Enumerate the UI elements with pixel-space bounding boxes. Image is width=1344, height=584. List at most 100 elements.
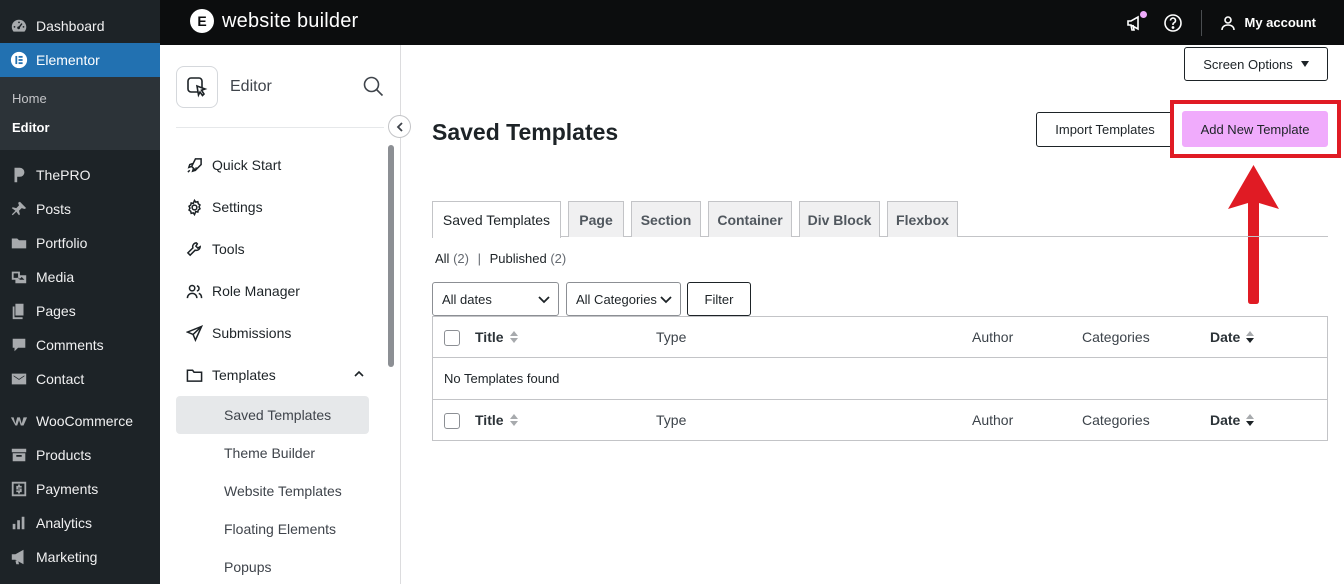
wp-menu-woocommerce-label: WooCommerce	[36, 413, 133, 429]
wp-menu-elementor[interactable]: Elementor	[0, 43, 160, 77]
panel-item-submissions[interactable]: Submissions	[176, 312, 386, 354]
panel-sub-popups[interactable]: Popups	[176, 548, 386, 584]
panel-item-quick-start[interactable]: Quick Start	[176, 144, 386, 186]
date-filter-select[interactable]: All dates	[432, 282, 559, 316]
column-type: Type	[656, 329, 687, 345]
wp-menu-payments-label: Payments	[36, 481, 99, 497]
wp-menu-dashboard[interactable]: Dashboard	[0, 9, 160, 43]
search-icon[interactable]	[362, 75, 384, 97]
user-icon	[1221, 15, 1236, 30]
wp-menu-products[interactable]: Products	[0, 438, 160, 472]
woocommerce-icon	[9, 411, 29, 431]
elementor-side-panel: Editor Quick Start Settings Tools Role M…	[160, 45, 401, 584]
highlight-box	[1170, 100, 1341, 158]
panel-item-label: Settings	[212, 199, 263, 215]
wp-submenu-home[interactable]: Home	[0, 84, 160, 113]
bar-chart-icon	[9, 513, 29, 533]
tab-page[interactable]: Page	[568, 201, 624, 237]
panel-item-label: Templates	[212, 367, 276, 383]
wp-menu-comments[interactable]: Comments	[0, 328, 160, 362]
wp-menu-posts-label: Posts	[36, 201, 72, 217]
screen-options-label: Screen Options	[1203, 56, 1293, 72]
select-all-checkbox-footer[interactable]	[444, 413, 460, 429]
folder-icon	[186, 369, 203, 382]
wp-menu-marketing[interactable]: Marketing	[0, 540, 160, 574]
top-bar: E website builder My account	[160, 0, 1344, 45]
column-title-footer[interactable]: Title	[475, 412, 518, 428]
wp-menu-thepro[interactable]: ThePRO	[0, 158, 160, 192]
panel-item-role-manager[interactable]: Role Manager	[176, 270, 386, 312]
table-header-row: Title Type Author Categories Date	[433, 317, 1327, 358]
my-account-button[interactable]: My account	[1220, 15, 1316, 31]
wrench-icon	[186, 241, 201, 256]
main-content: Screen Options Saved Templates Import Te…	[401, 45, 1344, 584]
wp-menu-posts[interactable]: Posts	[0, 192, 160, 226]
wp-menu-analytics-label: Analytics	[36, 515, 93, 531]
column-title-label: Title	[475, 329, 504, 345]
wp-menu-thepro-label: ThePRO	[36, 167, 91, 183]
brand-title: website builder	[222, 9, 359, 32]
column-categories: Categories	[1082, 329, 1150, 345]
panel-sub-saved-templates[interactable]: Saved Templates	[176, 396, 369, 434]
dollar-icon	[9, 479, 29, 499]
panel-item-templates[interactable]: Templates	[176, 354, 386, 396]
wp-menu-pages-label: Pages	[36, 303, 76, 319]
wp-menu-elementor-label: Elementor	[36, 52, 100, 68]
wp-elementor-submenu: Home Editor	[0, 77, 160, 150]
wp-menu-marketing-label: Marketing	[36, 549, 98, 565]
chevron-down-icon	[538, 296, 550, 304]
page-title: Saved Templates	[432, 119, 619, 145]
wp-menu-contact[interactable]: Contact	[0, 362, 160, 396]
column-date-label: Date	[1210, 412, 1241, 428]
wp-menu-portfolio-label: Portfolio	[36, 235, 88, 251]
panel-item-label: Role Manager	[212, 283, 300, 299]
import-templates-button[interactable]: Import Templates	[1036, 112, 1174, 147]
select-all-checkbox[interactable]	[444, 330, 460, 346]
brand[interactable]: E website builder	[190, 9, 358, 33]
panel-scrollbar[interactable]	[387, 145, 395, 575]
column-title[interactable]: Title	[475, 329, 518, 345]
help-icon[interactable]	[1163, 13, 1183, 33]
scrollbar-thumb[interactable]	[388, 145, 394, 367]
status-views: All (2) | Published (2)	[435, 251, 566, 266]
view-published-link[interactable]: Published (2)	[490, 251, 567, 266]
wp-submenu-editor[interactable]: Editor	[0, 113, 160, 142]
category-filter-select[interactable]: All Categories	[566, 282, 681, 316]
rocket-icon	[187, 157, 202, 173]
tab-div-block[interactable]: Div Block	[799, 201, 880, 237]
wp-menu-woocommerce[interactable]: WooCommerce	[0, 404, 160, 438]
wp-menu-portfolio[interactable]: Portfolio	[0, 226, 160, 260]
wp-menu-media[interactable]: Media	[0, 260, 160, 294]
tab-flexbox[interactable]: Flexbox	[887, 201, 958, 237]
view-all-link[interactable]: All (2)	[435, 251, 469, 266]
sort-desc-icon	[1246, 414, 1255, 426]
tab-saved-templates[interactable]: Saved Templates	[432, 201, 561, 238]
tab-container[interactable]: Container	[708, 201, 792, 237]
view-published-label: Published	[489, 251, 547, 266]
send-icon	[186, 324, 203, 342]
wp-menu-payments[interactable]: Payments	[0, 472, 160, 506]
column-date-label: Date	[1210, 329, 1241, 345]
panel-sub-theme-builder[interactable]: Theme Builder	[176, 434, 386, 472]
tab-section[interactable]: Section	[631, 201, 701, 237]
empty-message: No Templates found	[444, 371, 560, 386]
sort-desc-icon	[1246, 331, 1255, 343]
column-date[interactable]: Date	[1210, 329, 1255, 345]
whats-new-megaphone-icon[interactable]	[1125, 10, 1148, 33]
panel-sub-floating-elements[interactable]: Floating Elements	[176, 510, 386, 548]
chevron-up-icon[interactable]	[353, 368, 365, 380]
column-author-footer: Author	[972, 412, 1014, 428]
screen-options-button[interactable]: Screen Options	[1184, 47, 1328, 81]
my-account-label: My account	[1244, 15, 1316, 30]
panel-item-tools[interactable]: Tools	[176, 228, 386, 270]
panel-item-label: Submissions	[212, 325, 292, 341]
panel-item-settings[interactable]: Settings	[176, 186, 386, 228]
column-title-label: Title	[475, 412, 504, 428]
column-date-footer[interactable]: Date	[1210, 412, 1255, 428]
category-filter-value: All Categories	[576, 291, 657, 307]
filter-button[interactable]: Filter	[687, 282, 751, 316]
wp-menu-pages[interactable]: Pages	[0, 294, 160, 328]
panel-sub-website-templates[interactable]: Website Templates	[176, 472, 386, 510]
wp-admin-sidebar: Dashboard Elementor Home Editor ThePRO P…	[0, 0, 160, 584]
wp-menu-analytics[interactable]: Analytics	[0, 506, 160, 540]
